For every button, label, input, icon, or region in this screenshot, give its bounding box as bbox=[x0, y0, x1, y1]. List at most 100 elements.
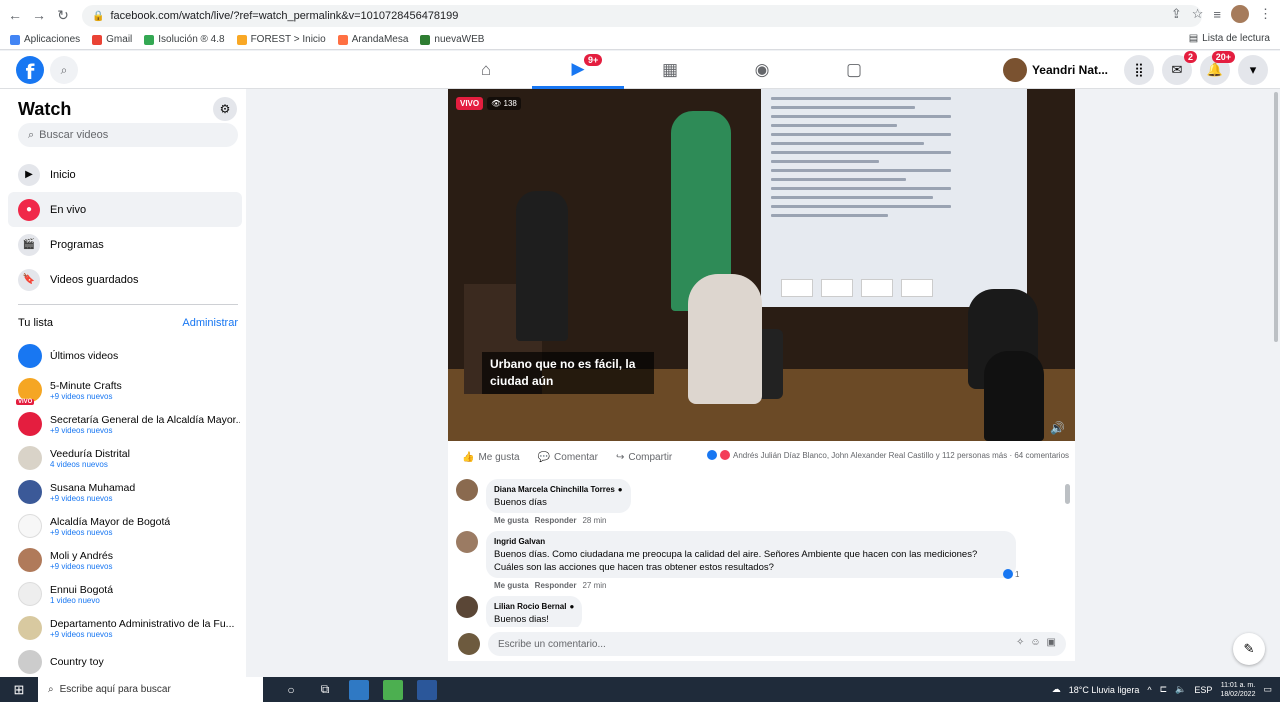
groups-tab[interactable]: ◉ bbox=[716, 51, 808, 89]
bookmark-forest[interactable]: FOREST > Inicio bbox=[236, 34, 326, 45]
sidebar-item-guardados[interactable]: 🔖 Videos guardados bbox=[8, 262, 242, 297]
watch-menu: ▶ Inicio ● En vivo 🎬 Programas 🔖 Videos guar… bbox=[8, 157, 242, 297]
video-search-input[interactable]: ⌕ Buscar videos bbox=[18, 123, 238, 147]
manage-link[interactable]: Administrar bbox=[182, 317, 238, 329]
file-explorer-icon[interactable] bbox=[349, 679, 369, 700]
gaming-tab[interactable]: ▢ bbox=[808, 51, 900, 89]
avatar bbox=[18, 514, 42, 538]
composer-tools: ✧ ☺ ▣ bbox=[1016, 637, 1056, 648]
taskbar-apps: ○ ⧉ bbox=[281, 679, 437, 700]
notification-center-icon[interactable]: ▭ bbox=[1263, 684, 1272, 695]
account-button[interactable]: ▾ bbox=[1238, 55, 1268, 85]
comment-input[interactable]: Escribe un comentario... ✧ ☺ ▣ bbox=[488, 632, 1066, 656]
list-item[interactable]: Alcaldía Mayor de Bogotá +9 videos nuevos bbox=[18, 509, 243, 543]
comment-author[interactable]: Lilian Rocio Bernal ● bbox=[494, 600, 574, 613]
share-button[interactable]: ↪ Compartir bbox=[616, 452, 672, 463]
settings-button[interactable]: ⚙ bbox=[213, 97, 237, 121]
comment-reply[interactable]: Responder bbox=[535, 516, 577, 525]
chrome-icon[interactable] bbox=[383, 679, 403, 700]
bookmark-nuevaweb[interactable]: nuevaWEB bbox=[420, 34, 484, 45]
reactions-summary[interactable]: Andrés Julián Díaz Blanco, John Alexande… bbox=[707, 450, 1069, 460]
comment-button[interactable]: 💬 Comentar bbox=[538, 452, 598, 463]
forest-icon bbox=[236, 34, 247, 45]
comment-like[interactable]: Me gusta bbox=[494, 516, 529, 525]
comment-reaction-count[interactable]: 1 bbox=[1003, 569, 1019, 579]
header-actions: Yeandri Nat... ⣿ ✉ 2 🔔 20+ ▾ bbox=[1001, 51, 1268, 85]
avatar[interactable] bbox=[456, 531, 478, 553]
gear-icon: ⚙ bbox=[219, 102, 231, 116]
url-text: facebook.com/watch/live/?ref=watch_perma… bbox=[110, 10, 459, 22]
messenger-button[interactable]: ✉ 2 bbox=[1162, 51, 1197, 85]
share-icon[interactable]: ⇪ bbox=[1171, 6, 1182, 22]
home-tab[interactable]: ⌂ bbox=[440, 51, 532, 89]
avatar[interactable] bbox=[456, 596, 478, 618]
reading-list[interactable]: ▤ Lista de lectura bbox=[1189, 33, 1270, 44]
notifications-button[interactable]: 🔔 20+ bbox=[1200, 51, 1235, 85]
search-icon[interactable]: ⌕ bbox=[50, 56, 78, 84]
tray-chevron-icon[interactable]: ^ bbox=[1147, 685, 1151, 695]
task-view-icon[interactable]: ⧉ bbox=[315, 680, 335, 700]
sticker-icon[interactable]: ✧ bbox=[1016, 637, 1024, 648]
bookmark-isolucion[interactable]: Isolución ® 4.8 bbox=[144, 34, 225, 45]
list-item[interactable]: Departamento Administrativo de la Fu... +… bbox=[18, 611, 243, 645]
comment-reply[interactable]: Responder bbox=[535, 581, 577, 590]
back-icon[interactable]: ← bbox=[6, 6, 24, 24]
volume-icon[interactable]: 🔊 bbox=[1050, 421, 1065, 435]
watch-tab[interactable]: ▶ 9+ bbox=[532, 51, 624, 89]
list-item[interactable]: Susana Muhamad +9 videos nuevos bbox=[18, 475, 243, 509]
network-icon[interactable]: ⊏ bbox=[1160, 684, 1168, 695]
sidebar-item-en-vivo[interactable]: ● En vivo bbox=[8, 192, 242, 227]
like-button[interactable]: 👍 Me gusta bbox=[462, 452, 520, 463]
bookmark-apps[interactable]: Aplicaciones bbox=[10, 34, 80, 45]
list-item[interactable]: Secretaría General de la Alcaldía Mayor.… bbox=[18, 407, 243, 441]
sidebar-item-programas[interactable]: 🎬 Programas bbox=[8, 227, 242, 262]
new-message-button[interactable]: ✎ bbox=[1233, 633, 1265, 665]
comment-author[interactable]: Diana Marcela Chinchilla Torres ● bbox=[494, 483, 623, 496]
aranda-icon bbox=[337, 34, 348, 45]
playlist-icon[interactable]: ≡ bbox=[1213, 7, 1221, 22]
list-item[interactable]: Country toy bbox=[18, 645, 243, 677]
menu-icon[interactable]: ⋮ bbox=[1259, 6, 1272, 22]
windows-start-icon[interactable]: ⊞ bbox=[0, 677, 38, 702]
list-item[interactable]: VIVO 5-Minute Crafts +9 videos nuevos bbox=[16, 373, 243, 407]
user-profile-chip[interactable]: Yeandri Nat... bbox=[1001, 56, 1116, 84]
avatar[interactable] bbox=[456, 479, 478, 501]
list-item[interactable]: Últimos videos bbox=[18, 339, 243, 373]
avatar bbox=[18, 650, 42, 674]
live-indicator: VIVO 👁 138 bbox=[456, 97, 521, 110]
watch-badge: 9+ bbox=[584, 54, 603, 66]
word-icon[interactable] bbox=[417, 679, 437, 700]
comment-like[interactable]: Me gusta bbox=[494, 581, 529, 590]
volume-icon[interactable]: 🔈 bbox=[1175, 684, 1186, 695]
clock[interactable]: 11:01 a. m. 18/02/2022 bbox=[1220, 681, 1255, 699]
sidebar-item-inicio[interactable]: ▶ Inicio bbox=[8, 157, 242, 192]
comment-author[interactable]: Ingrid Galvan bbox=[494, 535, 1008, 548]
facebook-logo[interactable]: f bbox=[16, 56, 44, 84]
address-bar[interactable]: 🔒 facebook.com/watch/live/?ref=watch_per… bbox=[82, 5, 1202, 27]
menu-grid-button[interactable]: ⣿ bbox=[1124, 55, 1154, 85]
list-item[interactable]: Moli y Andrés +9 videos nuevos bbox=[18, 543, 243, 577]
thumbs-up-icon: 👍 bbox=[462, 451, 475, 463]
star-icon[interactable]: ☆ bbox=[1192, 6, 1204, 22]
bookmarks-bar: Aplicaciones Gmail Isolución ® 4.8 FORES… bbox=[0, 30, 1280, 50]
gif-icon[interactable]: ▣ bbox=[1047, 637, 1056, 648]
page-scrollbar[interactable] bbox=[1274, 92, 1278, 342]
bookmark-gmail[interactable]: Gmail bbox=[92, 34, 132, 45]
live-video-player[interactable]: VIVO 👁 138 Urbano que no es fácil, la ci… bbox=[448, 89, 1075, 441]
taskbar-search[interactable]: ⌕ Escribe aquí para buscar bbox=[38, 677, 263, 702]
avatar bbox=[18, 616, 42, 640]
list-item[interactable]: Ennui Bogotá 1 video nuevo bbox=[18, 577, 243, 611]
list-item[interactable]: Veeduría Distrital 4 videos nuevos bbox=[18, 441, 243, 475]
bookmark-arandamesa[interactable]: ArandaMesa bbox=[337, 34, 408, 45]
gaming-icon: ▢ bbox=[845, 60, 863, 79]
browser-actions: ⇪ ☆ ≡ ⋮ bbox=[1171, 5, 1272, 23]
marketplace-tab[interactable]: ▦ bbox=[624, 51, 716, 89]
cortana-icon[interactable]: ○ bbox=[281, 680, 301, 700]
emoji-icon[interactable]: ☺ bbox=[1030, 637, 1040, 648]
profile-avatar[interactable] bbox=[1231, 5, 1249, 23]
weather-text[interactable]: 18°C Lluvia ligera bbox=[1069, 685, 1140, 695]
comments-scrollbar[interactable] bbox=[1065, 484, 1070, 504]
forward-icon[interactable]: → bbox=[30, 6, 48, 24]
language-indicator[interactable]: ESP bbox=[1194, 685, 1212, 695]
reload-icon[interactable]: ↻ bbox=[54, 6, 72, 24]
